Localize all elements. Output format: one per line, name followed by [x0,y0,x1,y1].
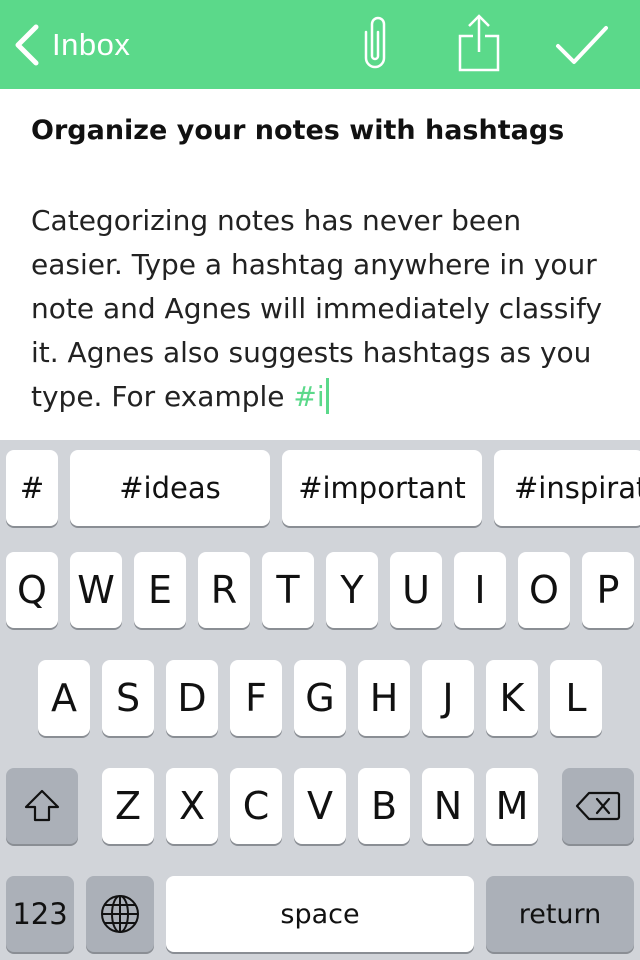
key-s[interactable]: S [102,660,154,736]
key-j[interactable]: J [422,660,474,736]
keyboard: # #ideas #important #inspiration Q W E R… [0,440,640,960]
back-label: Inbox [52,27,131,62]
key-h[interactable]: H [358,660,410,736]
text-cursor [325,378,329,414]
key-z[interactable]: Z [102,768,154,844]
globe-icon [101,895,139,933]
suggestion-important[interactable]: #important [282,450,482,526]
key-e[interactable]: E [134,552,186,628]
globe-key[interactable] [86,876,154,952]
key-p[interactable]: P [582,552,634,628]
key-v[interactable]: V [294,768,346,844]
shift-key[interactable] [6,768,78,844]
key-o[interactable]: O [518,552,570,628]
delete-key[interactable] [562,768,634,844]
key-w[interactable]: W [70,552,122,628]
return-key[interactable]: return [486,876,634,952]
key-f[interactable]: F [230,660,282,736]
navigation-bar: Inbox [0,0,640,89]
key-n[interactable]: N [422,768,474,844]
note-body[interactable]: Categorizing notes has never been easier… [31,199,621,419]
note-title[interactable]: Organize your notes with hashtags [31,115,564,146]
paperclip-icon[interactable] [354,12,396,72]
chevron-left-icon [15,24,39,66]
suggestion-inspiration-label: #inspiration [514,471,640,505]
key-a[interactable]: A [38,660,90,736]
share-icon[interactable] [454,12,504,74]
key-i[interactable]: I [454,552,506,628]
hash-key[interactable]: # [6,450,58,526]
checkmark-icon[interactable] [552,20,612,70]
back-to-inbox-button[interactable]: Inbox [12,20,130,70]
suggestion-inspiration[interactable]: #inspiration [494,450,640,526]
key-c[interactable]: C [230,768,282,844]
key-b[interactable]: B [358,768,410,844]
key-q[interactable]: Q [6,552,58,628]
key-r[interactable]: R [198,552,250,628]
backspace-icon [575,791,621,821]
suggestion-ideas[interactable]: #ideas [70,450,270,526]
key-y[interactable]: Y [326,552,378,628]
key-u[interactable]: U [390,552,442,628]
space-key[interactable]: space [166,876,474,952]
note-editor[interactable]: Organize your notes with hashtags Catego… [0,89,640,440]
typed-hashtag: #i [293,380,325,413]
key-g[interactable]: G [294,660,346,736]
shift-icon [24,789,60,822]
numbers-key[interactable]: 123 [6,876,74,952]
key-d[interactable]: D [166,660,218,736]
key-k[interactable]: K [486,660,538,736]
key-m[interactable]: M [486,768,538,844]
key-t[interactable]: T [262,552,314,628]
key-l[interactable]: L [550,660,602,736]
key-x[interactable]: X [166,768,218,844]
